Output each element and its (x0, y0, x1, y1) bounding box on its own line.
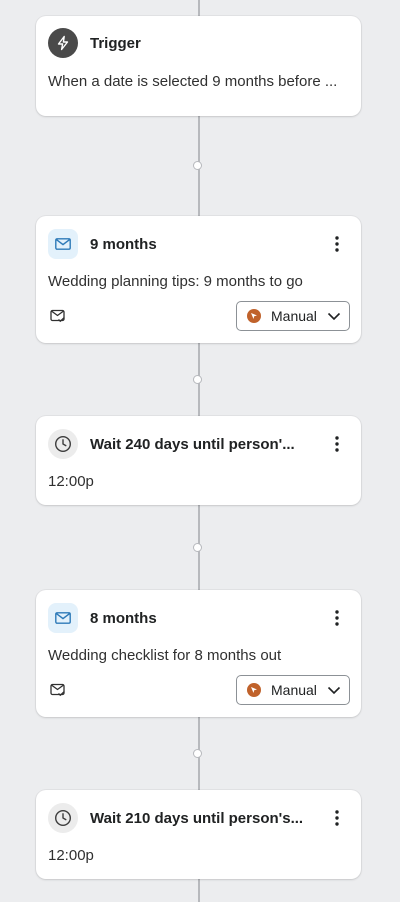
connector-node[interactable] (193, 543, 202, 552)
step-description: 12:00p (48, 473, 94, 490)
email-check-icon (48, 681, 68, 699)
step-title: Wait 240 days until person'... (90, 435, 295, 453)
trigger-title: Trigger (90, 34, 141, 52)
mail-icon (48, 603, 78, 633)
trigger-description: When a date is selected 9 months before … (48, 73, 338, 90)
clock-icon (48, 429, 78, 459)
send-mode-dropdown[interactable]: Manual (236, 675, 350, 705)
chevron-down-icon (327, 686, 341, 694)
more-options-icon[interactable] (327, 606, 347, 630)
step-title: 8 months (90, 609, 157, 627)
email-check-icon (48, 307, 68, 325)
more-options-icon[interactable] (327, 232, 347, 256)
connector-node[interactable] (193, 161, 202, 170)
wait-step-card[interactable]: Wait 210 days until person's... 12:00p (36, 790, 361, 879)
send-mode-label: Manual (271, 308, 317, 324)
step-title: Wait 210 days until person's... (90, 809, 304, 827)
wait-step-card[interactable]: Wait 240 days until person'... 12:00p (36, 416, 361, 505)
more-options-icon[interactable] (327, 432, 347, 456)
chevron-down-icon (327, 312, 341, 320)
step-description: 12:00p (48, 847, 94, 864)
mail-icon (48, 229, 78, 259)
lightning-icon (48, 28, 78, 58)
connector-node[interactable] (193, 375, 202, 384)
step-description: Wedding checklist for 8 months out (48, 647, 282, 664)
clock-icon (48, 803, 78, 833)
more-options-icon[interactable] (327, 806, 347, 830)
step-title: 9 months (90, 235, 157, 253)
send-mode-label: Manual (271, 682, 317, 698)
cursor-icon (247, 683, 261, 697)
email-step-card[interactable]: 8 months Wedding checklist for 8 months … (36, 590, 361, 717)
send-mode-dropdown[interactable]: Manual (236, 301, 350, 331)
step-description: Wedding planning tips: 9 months to go (48, 273, 303, 290)
email-step-card[interactable]: 9 months Wedding planning tips: 9 months… (36, 216, 361, 343)
cursor-icon (247, 309, 261, 323)
trigger-card[interactable]: Trigger When a date is selected 9 months… (36, 16, 361, 116)
connector-node[interactable] (193, 749, 202, 758)
